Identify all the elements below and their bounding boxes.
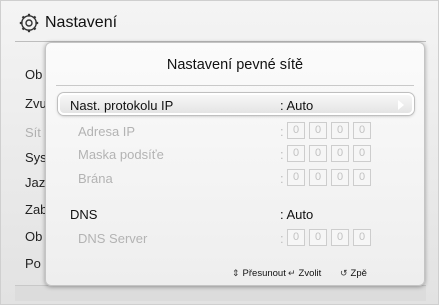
menu-item[interactable]: Po [25,256,41,271]
octet-box: 0 [331,122,349,139]
dns-server-row: DNS Server : 0 0 0 0 [58,227,414,249]
ip-protocol-value: : Auto [280,98,314,113]
dialog-divider [56,85,414,86]
settings-screen: Nastavení Ob Zvu Sít Sys Jaz Zab Ob Po N… [0,0,439,305]
ip-address-row: Adresa IP : 0 0 0 0 [58,120,414,142]
octet-box: 0 [331,229,349,246]
octet-box: 0 [353,122,371,139]
octet-box: 0 [353,145,371,162]
button-hints: ⇕ Přesunout ↵ Zvolit ↺ Zpě [46,265,424,283]
octet-box: 0 [309,229,327,246]
octet-box: 0 [331,145,349,162]
dns-label: DNS [70,207,98,222]
gateway-row: Brána : 0 0 0 0 [58,167,414,189]
octet-box: 0 [353,229,371,246]
hint-move: ⇕ Přesunout [232,268,286,279]
menu-item[interactable]: Jaz [25,175,45,190]
hint-move-label: Přesunout [242,268,286,279]
hint-select: ↵ Zvolit [288,268,321,279]
hint-select-label: Zvolit [298,268,322,279]
gateway-label: Brána [78,171,113,186]
menu-item[interactable]: Ob [25,67,42,82]
ip-address-colon: : [280,124,284,139]
subnet-mask-row: Maska podsíťe : 0 0 0 0 [58,143,414,165]
ip-address-label: Adresa IP [78,124,136,139]
header: Nastavení [1,1,439,43]
page-title: Nastavení [45,14,118,31]
hint-back-label: Zpě [350,268,367,279]
hint-back: ↺ Zpě [340,268,367,279]
gear-icon [19,13,39,33]
return-icon: ↺ [340,268,348,278]
octet-box: 0 [287,229,305,246]
subnet-mask-label: Maska podsíťe [78,147,164,162]
octet-box: 0 [287,122,305,139]
dns-row[interactable]: DNS : Auto [58,203,414,225]
dns-server-colon: : [280,231,284,246]
menu-item[interactable]: Zvu [25,96,47,111]
octet-box: 0 [287,145,305,162]
bottom-panel [15,285,426,301]
menu-item[interactable]: Ob [25,229,42,244]
dns-value: : Auto [280,207,314,222]
octet-box: 0 [331,169,349,186]
octet-box: 0 [353,169,371,186]
octet-box: 0 [309,122,327,139]
gateway-colon: : [280,171,284,186]
dialog-title: Nastavení pevné sítě [166,57,304,73]
menu-item[interactable]: Sys [25,150,47,165]
menu-item[interactable]: Sít [25,125,41,140]
ip-protocol-row[interactable]: Nast. protokolu IP : Auto [58,93,414,115]
enter-icon: ↵ [288,268,296,278]
octet-box: 0 [309,145,327,162]
dns-server-label: DNS Server [78,231,148,246]
chevron-right-icon[interactable] [398,100,404,110]
octet-box: 0 [309,169,327,186]
ip-protocol-label: Nast. protokolu IP [70,98,174,113]
updown-arrows-icon: ⇕ [232,268,240,278]
subnet-mask-colon: : [280,147,284,162]
wired-network-dialog: Nastavení pevné sítě Nast. protokolu IP … [45,42,425,286]
octet-box: 0 [287,169,305,186]
